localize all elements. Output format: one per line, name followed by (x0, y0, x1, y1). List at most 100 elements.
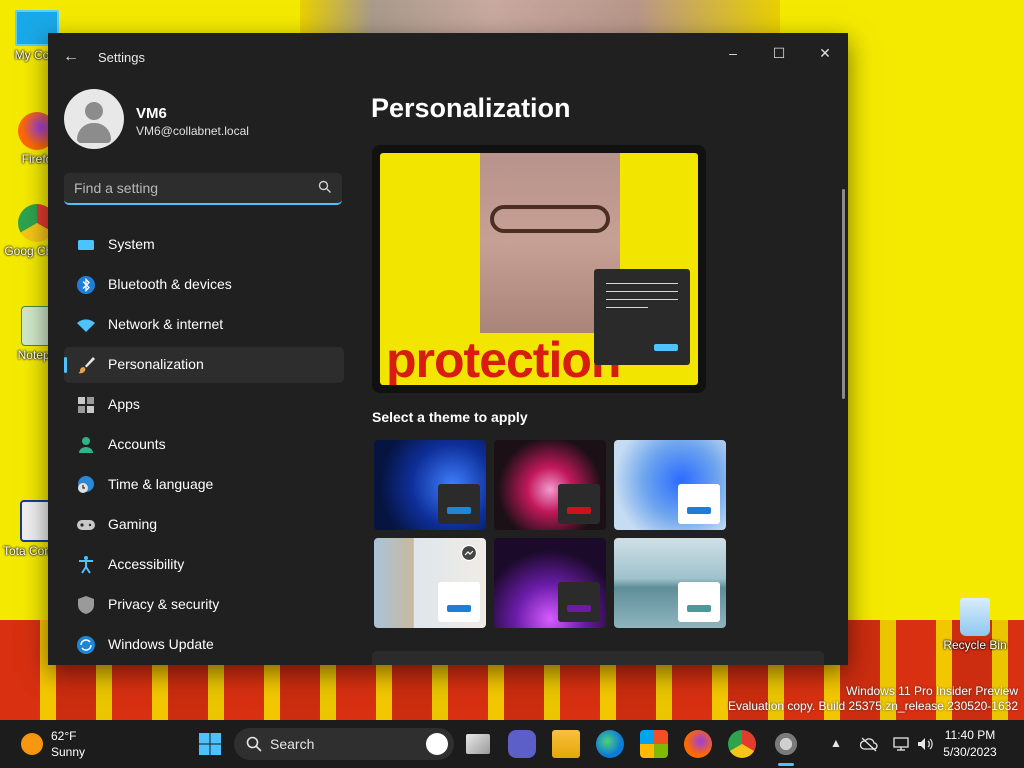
sidebar-item-label: Personalization (108, 356, 204, 372)
theme-accent-bar (447, 507, 471, 514)
theme-accent-bar (567, 507, 591, 514)
sidebar-item-accounts[interactable]: Accounts (64, 427, 344, 463)
weather-temperature[interactable]: 62°F (51, 729, 76, 743)
window-title: Settings (98, 50, 145, 65)
apps-icon (78, 397, 94, 413)
sidebar-item-label: Bluetooth & devices (108, 276, 232, 292)
clock-time[interactable]: 11:40 PM (935, 728, 1005, 742)
file-explorer-icon[interactable] (552, 730, 580, 758)
theme-tile-windows-light-blue[interactable] (374, 440, 486, 530)
windows-watermark: Windows 11 Pro Insider Preview Evaluatio… (728, 684, 1018, 714)
onedrive-icon[interactable] (860, 736, 878, 752)
bluetooth-icon (77, 276, 95, 294)
preview-window (594, 269, 690, 365)
chat-icon[interactable] (508, 730, 536, 758)
chrome-icon[interactable] (728, 730, 756, 758)
theme-mini-window (558, 582, 600, 622)
sidebar-item-privacy[interactable]: Privacy & security (64, 587, 344, 623)
scrollbar-thumb[interactable] (842, 189, 845, 399)
theme-preview: protection (372, 145, 706, 393)
store-icon[interactable] (640, 730, 668, 758)
theme-tile-flow[interactable] (614, 538, 726, 628)
close-button[interactable]: ✕ (802, 37, 848, 69)
theme-mini-window (438, 484, 480, 524)
sidebar-item-network[interactable]: Network & internet (64, 307, 344, 343)
network-icon[interactable] (892, 736, 910, 752)
preview-line (606, 299, 678, 300)
slideshow-icon (460, 544, 478, 562)
main-content: Personalization protection Select a them… (358, 79, 848, 665)
person-icon (79, 437, 93, 453)
theme-accent-bar (687, 605, 711, 612)
system-icon (78, 240, 94, 250)
taskbar-search[interactable]: Search (234, 728, 454, 760)
themes-section-label: Select a theme to apply (372, 409, 528, 425)
volume-icon[interactable] (916, 736, 934, 752)
user-name: VM6 (136, 105, 167, 122)
title-bar[interactable]: ← Settings – ☐ ✕ (48, 33, 848, 79)
theme-accent-bar (447, 605, 471, 612)
theme-tile-windows-dark[interactable] (494, 538, 606, 628)
theme-mini-window (438, 582, 480, 622)
taskbar: 62°F Sunny Search ▲ 11:40 PM 5/30/2023 (0, 720, 1024, 768)
sidebar-item-label: Apps (108, 396, 140, 412)
globe-clock-icon (78, 476, 94, 493)
sidebar-item-label: System (108, 236, 155, 252)
sidebar-item-label: Time & language (108, 476, 214, 492)
settings-gear-icon[interactable] (772, 730, 800, 758)
settings-card[interactable] (372, 651, 824, 665)
desktop-icon-label: Recycle Bin (943, 638, 1007, 652)
wifi-icon (77, 319, 95, 332)
accessibility-icon (79, 556, 93, 574)
recycle-bin-icon (960, 598, 990, 636)
sidebar-item-personalization[interactable]: Personalization (64, 347, 344, 383)
active-app-indicator (778, 763, 794, 766)
sidebar-item-gaming[interactable]: Gaming (64, 507, 344, 543)
avatar-head (85, 102, 103, 120)
sidebar: VM6 VM6@collabnet.local System Bluetooth… (48, 79, 358, 665)
sidebar-item-label: Gaming (108, 516, 158, 532)
task-view-icon[interactable] (466, 734, 490, 754)
preview-line (606, 291, 678, 292)
search-icon (246, 736, 262, 752)
sidebar-item-label: Network & internet (108, 316, 224, 332)
search-icon[interactable] (318, 180, 332, 194)
clock-date[interactable]: 5/30/2023 (935, 745, 1005, 759)
search-input[interactable] (64, 173, 316, 203)
theme-tile-captured-motion[interactable] (374, 538, 486, 628)
settings-search (64, 173, 342, 205)
desktop-icon-recycle-bin[interactable]: Recycle Bin (940, 598, 1010, 652)
update-icon (77, 636, 95, 654)
sidebar-item-windows-update[interactable]: Windows Update (64, 627, 344, 663)
theme-mini-window (678, 484, 720, 524)
sidebar-item-label: Windows Update (108, 636, 214, 652)
sidebar-item-label: Privacy & security (108, 596, 220, 612)
preview-line (606, 307, 648, 308)
avatar[interactable] (64, 89, 124, 149)
sidebar-item-apps[interactable]: Apps (64, 387, 344, 423)
sidebar-item-accessibility[interactable]: Accessibility (64, 547, 344, 583)
firefox-icon[interactable] (684, 730, 712, 758)
theme-tile-glow[interactable] (494, 440, 606, 530)
back-arrow-icon[interactable]: ← (60, 46, 82, 68)
sun-icon[interactable] (21, 733, 43, 755)
edge-icon[interactable] (596, 730, 624, 758)
preview-wallpaper: protection (380, 153, 698, 385)
preview-glasses (490, 205, 610, 233)
maximize-button[interactable]: ☐ (756, 37, 802, 69)
sidebar-item-time-language[interactable]: Time & language (64, 467, 344, 503)
shield-icon (78, 596, 94, 614)
sidebar-item-label: Accessibility (108, 556, 185, 572)
theme-accent-bar (687, 507, 711, 514)
chevron-up-icon[interactable]: ▲ (830, 736, 842, 750)
sidebar-item-bluetooth[interactable]: Bluetooth & devices (64, 267, 344, 303)
weather-condition[interactable]: Sunny (51, 745, 85, 759)
watermark-line: Evaluation copy. Build 25375.zn_release.… (728, 699, 1018, 713)
minimize-button[interactable]: – (710, 37, 756, 69)
settings-window: ← Settings – ☐ ✕ VM6 VM6@collabnet.local… (48, 33, 848, 665)
start-button[interactable] (198, 732, 222, 756)
watermark-line: Windows 11 Pro Insider Preview (846, 684, 1018, 698)
theme-tile-windows-light[interactable] (614, 440, 726, 530)
sidebar-item-label: Accounts (108, 436, 166, 452)
sidebar-item-system[interactable]: System (64, 227, 344, 263)
